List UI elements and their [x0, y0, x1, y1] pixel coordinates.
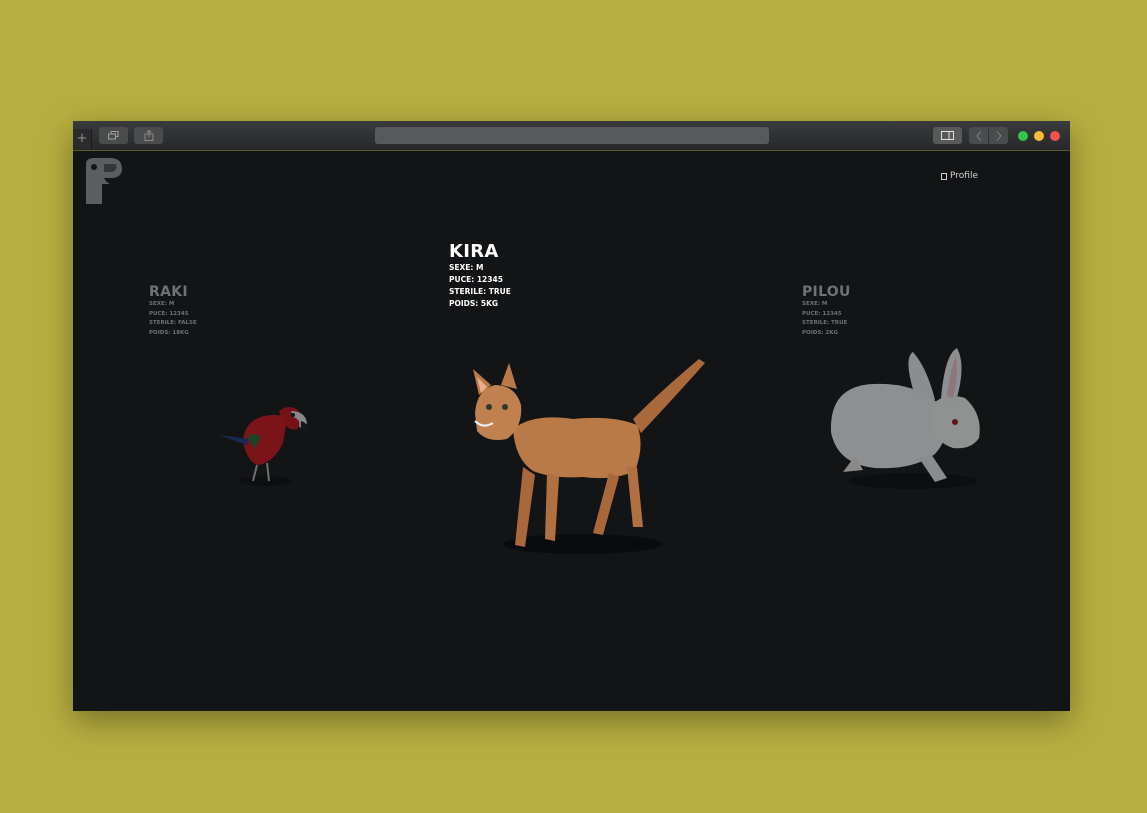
pet-poids: POIDS: 2KG [802, 329, 838, 336]
profile-icon [941, 172, 947, 180]
pet-card-pilou[interactable]: PILOU SEXE: M PUCE: 12345 STERILE: TRUE … [802, 284, 851, 338]
parrot-logo-icon[interactable] [80, 158, 124, 204]
tabs-overview-button[interactable] [99, 127, 128, 144]
pet-sexe: SEXE: M [149, 301, 175, 307]
pet-sexe: SEXE: M [802, 301, 828, 307]
pet-puce: PUCE: 12345 [149, 310, 189, 317]
sidebar-toggle-button[interactable] [933, 127, 962, 144]
pet-poids: POIDS: 5KG [449, 299, 499, 308]
profile-label: Profile [950, 171, 978, 181]
close-button[interactable] [1050, 131, 1060, 141]
pet-card-kira[interactable]: KIRA SEXE: M PUCE: 12345 STERILE: TRUE P… [449, 242, 511, 310]
parrot-icon[interactable] [213, 381, 323, 491]
pet-sterile: STERILE: FALSE [149, 320, 197, 326]
rabbit-icon[interactable] [823, 346, 993, 491]
pet-name: RAKI [149, 284, 188, 300]
browser-toolbar: + [73, 121, 1070, 151]
sidebar-icon [941, 131, 954, 140]
share-button[interactable] [134, 127, 163, 144]
pet-poids: POIDS: 18KG [149, 329, 189, 336]
back-button[interactable] [969, 127, 988, 144]
address-bar[interactable] [375, 127, 769, 144]
pet-puce: PUCE: 12345 [449, 275, 503, 284]
pet-name: PILOU [802, 284, 851, 300]
chevron-right-icon [996, 131, 1002, 141]
cat-icon[interactable] [463, 349, 723, 559]
maximize-button[interactable] [1018, 131, 1028, 141]
tabs-icon [108, 131, 119, 140]
pet-gallery: Profile RAKI SEXE: M PUCE: 12345 STERILE… [73, 151, 1070, 711]
share-icon [144, 129, 153, 141]
pet-sterile: STERILE: TRUE [449, 287, 511, 296]
pet-puce: PUCE: 12345 [802, 310, 842, 317]
forward-button[interactable] [989, 127, 1008, 144]
pet-sexe: SEXE: M [449, 263, 484, 272]
chevron-left-icon [975, 131, 981, 141]
pet-sterile: STERILE: TRUE [802, 320, 848, 326]
minimize-button[interactable] [1034, 131, 1044, 141]
profile-link[interactable]: Profile [941, 171, 978, 181]
pet-name: KIRA [449, 241, 499, 262]
pet-card-raki[interactable]: RAKI SEXE: M PUCE: 12345 STERILE: FALSE … [149, 284, 197, 338]
new-tab-button[interactable]: + [73, 129, 92, 149]
browser-window: + Profile RAKI SEXE: M PUCE: 12345 STERI… [73, 121, 1070, 711]
